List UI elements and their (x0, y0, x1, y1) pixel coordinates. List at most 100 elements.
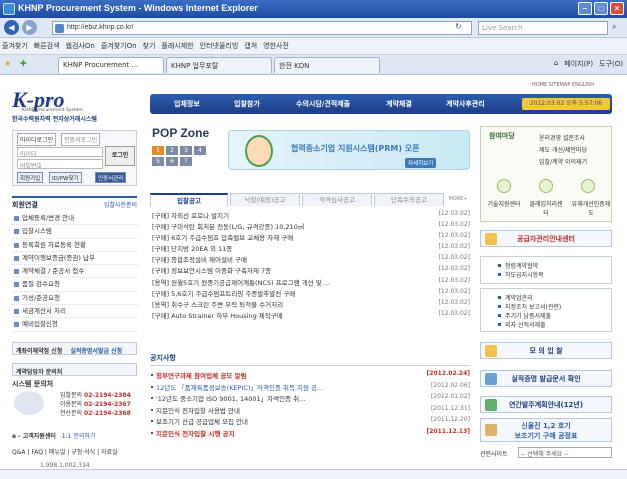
nav-contract[interactable]: 계약체결 (386, 99, 412, 109)
nav-post-contract[interactable]: 계약사후관리 (446, 99, 485, 109)
password-input[interactable]: 비밀번호 (17, 159, 103, 170)
tender-row[interactable]: [구매] 단지방 20EA 외 11종 [12.03.02] (152, 243, 470, 254)
pop-page-7[interactable]: 7 (180, 157, 192, 166)
tab-single-notice[interactable]: 단독수의공고 (374, 193, 444, 206)
maximize-button[interactable]: □ (594, 2, 608, 15)
pop-page-1[interactable]: 1 (152, 146, 164, 155)
tab-kdn[interactable]: 한전 KDN (274, 57, 380, 73)
help-links[interactable]: Q&A | FAQ | 매뉴얼 | 규정·서식 | 자료실 (12, 447, 137, 456)
cert-request-label[interactable]: 실적증명서발급 신청 (70, 348, 122, 355)
search-icon[interactable]: ⌕ (612, 22, 616, 32)
certification-icon[interactable] (581, 179, 595, 193)
notice-row[interactable]: 지문인식 전자입찰 사용법 안내 [2011.12.31] (150, 405, 470, 417)
pop-page-3[interactable]: 3 (180, 146, 192, 155)
one-to-one-link[interactable]: 1:1 문의하기 (62, 433, 96, 440)
quick-link-item[interactable]: 등록회원 자료등록 현황 (12, 239, 137, 252)
contract-item[interactable]: 외자 선적서제출 (481, 320, 611, 329)
cert-manage-button[interactable]: 인증서관리 (95, 172, 127, 183)
tech-support-icon[interactable] (497, 179, 511, 193)
participation-item[interactable]: 입찰/계약 이의제기 (539, 157, 587, 166)
fav-item[interactable]: 웹검사On (66, 41, 95, 51)
account-transfer-button[interactable]: 계좌이체약정 신청 실적증명서발급 신청 (12, 342, 137, 355)
star-icon[interactable]: ★ (4, 59, 11, 68)
notice-row[interactable]: 지문인식 전자입찰 시행 공지 [2011.12.13] (150, 428, 470, 440)
fav-item[interactable]: 즐겨찾기 (2, 41, 28, 51)
quick-link-item[interactable]: 계약체결 / 준공서 접수 (12, 265, 137, 279)
tender-row[interactable]: [구매] 자외선 포로나 발지기 [12.03.02] (152, 210, 470, 221)
forward-icon[interactable]: ▶ (22, 20, 37, 35)
contract-item[interactable]: 주기기 납품서제출 (481, 311, 611, 320)
contract-contact-button[interactable]: 계약담당자 문의처 (12, 363, 137, 376)
tab-cert-login[interactable]: 인증서로그인 (61, 133, 101, 146)
close-button[interactable]: × (610, 2, 624, 15)
fav-item[interactable]: 인터넷올리빙 (200, 41, 239, 51)
fav-item[interactable]: 찾기 (143, 41, 156, 51)
quick-link-item[interactable]: 계약이행보증금(증권) 납부 (12, 252, 137, 266)
contract-item[interactable]: 계약업관리 (481, 293, 611, 302)
notice-row[interactable]: 12년도 「품재특품정보송(KEPIC)」자격인증 취득 지원 공... [201… (150, 382, 470, 394)
quick-link-item[interactable]: 업체등록/변경 안내 (12, 212, 137, 226)
claim-icon[interactable] (539, 179, 553, 193)
pop-page-5[interactable]: 5 (152, 157, 164, 166)
back-icon[interactable]: ◀ (4, 20, 19, 35)
add-favorite-icon[interactable]: ✚ (20, 59, 27, 68)
more-link[interactable]: MORE+ (446, 193, 470, 206)
tender-row[interactable]: [구매] 종합조정설비 제어설비 구매 [12.03.02] (152, 254, 470, 265)
tab-khnp-portal[interactable]: KHNP 업무포탈 (166, 57, 272, 73)
join-button[interactable]: 회원가입 (17, 172, 44, 183)
pop-page-2[interactable]: 2 (166, 146, 178, 155)
tender-row[interactable]: [구매] 정보보안시스템 이중화 구축자재 7종 [12.03.02] (152, 265, 470, 276)
pop-page-6[interactable]: 6 (166, 157, 178, 166)
quick-link-item[interactable]: 입찰시스템 (12, 225, 137, 239)
supplier-center-button[interactable]: 공급자관리안내센터 (480, 230, 612, 247)
tender-row[interactable]: [구매] 6호기 주급수펌프 압축밸브 교체용 자재 구매 [12.03.02] (152, 232, 470, 243)
tab-bid-notice[interactable]: 입찰공고 (150, 193, 228, 206)
notice-row[interactable]: '12년도 중소기업 ISO 9001, 14001」자격인증 취... [201… (150, 393, 470, 405)
tab-khnp-procurement[interactable]: KHNP Procurement ... (58, 57, 164, 73)
fav-item[interactable]: 빠른검색 (34, 41, 60, 51)
tab-id-login[interactable]: 아이디로그인 (17, 133, 57, 146)
integrity-item[interactable]: 하도급지시항목 (481, 270, 611, 279)
login-button[interactable]: 로그인 (105, 146, 135, 166)
participation-item[interactable]: 제도 개선/제안마당 (539, 145, 587, 154)
tender-row[interactable]: [구매] Auto Strainer 하부 Housing 제작구매 [12.03… (152, 310, 470, 321)
fav-item[interactable]: 즐겨찾기On (101, 41, 137, 51)
fav-item[interactable]: 영한사전 (263, 41, 289, 51)
tender-row[interactable]: [용역] 원월5호기 원중기공급제어계통(NCS) 프로그램 개선 및 ... [… (152, 277, 470, 288)
banner-more-button[interactable]: 자세히보기 (405, 158, 437, 168)
annual-plan-button[interactable]: 연간발주계획안내(12년) (480, 396, 612, 413)
tab-award-notice[interactable]: 낙찰(예정)공고 (230, 193, 300, 206)
top-links[interactable]: HOME SITEMAP ENGLISH (532, 82, 594, 88)
fav-item[interactable]: 플래시제한 (161, 41, 193, 51)
quick-link-item[interactable]: 기성/준공요청 (12, 292, 137, 306)
shinuljin-button[interactable]: 신울진 1,2 호기 보조기기 구매 공정표 (480, 418, 612, 442)
prm-banner[interactable]: 협력중소기업 지원시스템(PRM) 오픈 자세히보기 (228, 130, 470, 170)
notice-row[interactable]: 정부연구과제 참여업체 공모 알림 [2012.02.24] (150, 370, 470, 382)
quick-link-item[interactable]: 예비입찰신청 (12, 318, 137, 332)
tender-row[interactable]: [구매] 구미석탄 회처분 전동(L/G, 규격강종) 10,210㎥ [12.0… (152, 221, 470, 232)
notice-row[interactable]: 보조기기 선급 공급업체 모집 안내 [2011.12.20] (150, 416, 470, 428)
page-menu[interactable]: 페이지(P) (564, 59, 593, 69)
quick-link-item[interactable]: 세금계산서 처리 (12, 305, 137, 319)
cert-check-button[interactable]: 실적증명 발급문서 확인 (480, 370, 612, 387)
refresh-icon[interactable]: ↻ (455, 22, 462, 31)
quick-links-subtitle[interactable]: 입찰사전준비 (104, 200, 137, 209)
related-sites-select[interactable]: -- 선택해 주세요 -- (518, 447, 612, 458)
home-icon[interactable]: ⌂ (554, 59, 558, 69)
quick-link-item[interactable]: 품질 검수요청 (12, 278, 137, 292)
fav-item[interactable]: 캡쳐 (244, 41, 257, 51)
minimize-button[interactable]: – (578, 2, 592, 15)
search-input[interactable]: Live Search (478, 21, 608, 35)
find-idpw-button[interactable]: ID/PW찾기 (49, 172, 82, 183)
pop-page-4[interactable]: 4 (194, 146, 206, 155)
id-input[interactable]: 아이디 (17, 147, 103, 158)
nav-company-info[interactable]: 업체정보 (174, 99, 200, 109)
url-input[interactable]: http://ebiz.khnp.co.kr/ (52, 21, 472, 35)
nav-bid[interactable]: 입찰참가 (234, 99, 260, 109)
mock-bid-button[interactable]: 모 의 입 찰 (480, 342, 612, 359)
contract-item[interactable]: 지정조치 보고서(관련) (481, 302, 611, 311)
participation-item[interactable]: 윤리경영 설문조사 (539, 133, 585, 142)
nav-quotation[interactable]: 수의시담/견적제출 (296, 99, 350, 109)
tender-row[interactable]: [구매] 5,6호기 주급수펌프트리핑 주증발추발전 구매 [12.03.02] (152, 288, 470, 299)
integrity-item[interactable]: 청렴계약협약 (481, 261, 611, 270)
